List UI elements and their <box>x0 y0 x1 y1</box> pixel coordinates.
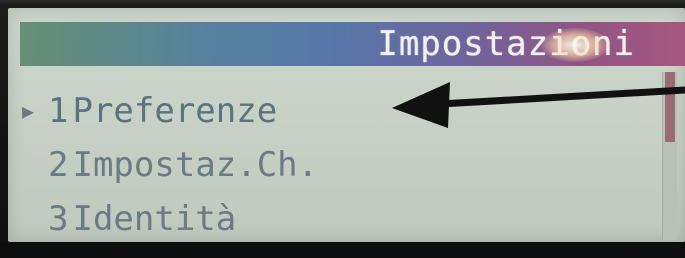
menu-item-number: 1 <box>48 91 69 131</box>
menu-item-label: Impostaz.Ch. <box>72 145 319 185</box>
scrollbar-thumb[interactable] <box>665 72 675 142</box>
lcd-screen: Impostazioni ▶ 1 Preferenze 2 Impostaz.Ch. … <box>8 8 685 242</box>
menu-item-identita[interactable]: 3 Identità <box>22 192 622 242</box>
menu-item-label: Identità <box>72 199 237 239</box>
triangle-right-icon: ▶ <box>22 99 35 123</box>
menu-item-impostaz-ch[interactable]: 2 Impostaz.Ch. <box>22 138 622 192</box>
menu-item-preferenze[interactable]: ▶ 1 Preferenze <box>22 84 622 138</box>
title-bar: Impostazioni <box>20 22 685 66</box>
settings-menu: ▶ 1 Preferenze 2 Impostaz.Ch. 3 Identità <box>22 84 622 242</box>
menu-item-number: 3 <box>48 199 69 239</box>
light-glare <box>541 28 609 62</box>
menu-item-number: 2 <box>48 145 69 185</box>
device-bezel-bottom <box>0 242 685 258</box>
scrollbar[interactable] <box>662 72 677 240</box>
menu-item-label: Preferenze <box>72 91 278 131</box>
